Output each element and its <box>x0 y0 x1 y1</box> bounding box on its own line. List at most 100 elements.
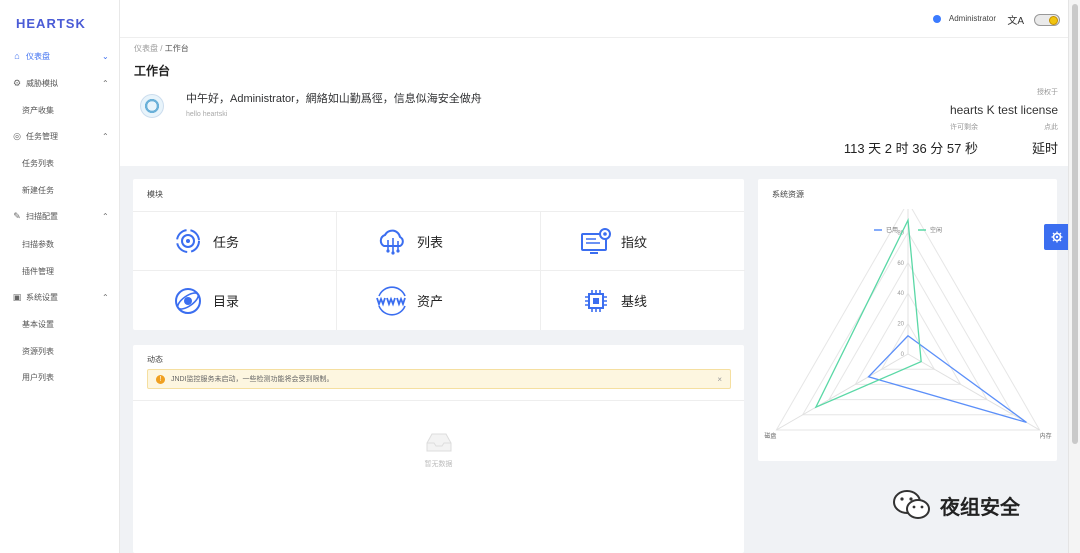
chevron-up-icon: ⌃ <box>102 211 109 221</box>
radar-tick-label: 40 <box>897 291 904 297</box>
language-icon[interactable]: 文A <box>1007 12 1024 27</box>
module-directory[interactable]: 目录 <box>133 271 337 330</box>
user-menu[interactable]: Administrator <box>932 14 996 23</box>
sidebar-item-threat-sim[interactable]: ⚙ 威胁模拟 ⌃ <box>0 73 120 93</box>
system-resources-title: 系统资源 <box>772 190 804 199</box>
globe-icon <box>171 286 205 316</box>
module-label: 基线 <box>621 294 648 309</box>
sidebar-item-label: 仪表盘 <box>26 51 50 61</box>
module-baseline[interactable]: 基线 <box>541 271 745 330</box>
user-name: Administrator <box>948 14 996 23</box>
module-list[interactable]: 列表 <box>337 212 541 271</box>
module-label: 资产 <box>417 294 444 309</box>
sidebar-item-label: 系统设置 <box>26 292 58 302</box>
modules-grid: 任务 列表 指纹 目录 资产 基线 <box>133 211 745 330</box>
greeting-text: 中午好，Administrator，網絡如山勤爲徑，信息似海安全做舟 <box>186 93 482 105</box>
radar-tick-label: 60 <box>897 261 904 267</box>
chevron-up-icon: ⌃ <box>102 78 109 88</box>
radar-indicator-label: 磁盘 <box>764 432 776 440</box>
module-task[interactable]: 任务 <box>133 212 337 271</box>
monitor-gear-icon <box>579 226 613 256</box>
radar-chart: 020406080CPU内存磁盘已用空闲 <box>764 209 1052 440</box>
extend-link[interactable]: 延时 <box>1032 138 1058 157</box>
chevron-down-icon: ⌄ <box>102 51 109 61</box>
target-icon <box>171 226 205 256</box>
cloud-network-icon <box>375 226 409 256</box>
sidebar-item-system-settings[interactable]: ▣ 系统设置 ⌃ <box>0 287 120 307</box>
modules-card: 模块 任务 列表 指纹 目录 资产 基线 <box>133 179 745 330</box>
modules-title: 模块 <box>147 190 163 199</box>
license-caption: 授权于 <box>1037 89 1058 96</box>
sidebar-subitem-plugin-mgmt[interactable]: 插件管理 <box>22 266 54 277</box>
target-icon: ◎ <box>13 130 21 141</box>
sidebar-subitem-asset-collect[interactable]: 资产收集 <box>22 105 54 116</box>
top-bar: Administrator 文A <box>120 0 1068 38</box>
license-remaining-value: 113 天 2 时 36 分 57 秒 <box>843 141 978 156</box>
breadcrumb-item-dashboard[interactable]: 仪表盘 <box>134 44 158 53</box>
chevron-up-icon: ⌃ <box>102 292 109 302</box>
hello-subtext: hello heartski <box>186 111 228 118</box>
radar-spoke <box>776 353 909 431</box>
breadcrumb-item-workbench: 工作台 <box>164 44 189 53</box>
page-title: 工作台 <box>134 64 171 78</box>
module-assets[interactable]: 资产 <box>337 271 541 330</box>
watermark-label: 夜组安全 <box>940 496 1020 519</box>
home-icon: ⌂ <box>14 51 20 61</box>
user-avatar-icon <box>932 14 941 23</box>
sun-icon <box>1049 16 1058 25</box>
legend-label: 已用 <box>886 227 898 234</box>
theme-toggle[interactable] <box>1034 14 1060 26</box>
page-header: 仪表盘 / 工作台 工作台 中午好，Administrator，網絡如山勤爲徑，… <box>120 38 1068 166</box>
watermark: 夜组安全 <box>892 488 1020 522</box>
license-name: hearts K test license <box>949 103 1058 117</box>
module-label: 列表 <box>417 234 444 250</box>
warning-icon: ! <box>156 374 165 384</box>
module-label: 目录 <box>213 294 240 309</box>
sidebar-item-dashboard[interactable]: ⌂ 仪表盘 ⌄ <box>0 46 120 66</box>
sidebar-subitem-basic-settings[interactable]: 基本设置 <box>22 319 54 330</box>
module-fingerprint[interactable]: 指纹 <box>541 212 745 271</box>
www-icon <box>375 285 409 316</box>
scrollbar-thumb[interactable] <box>1072 4 1078 444</box>
alert-text: JNDI监控服务未启动，一些检测功能将会受到限制。 <box>171 376 334 383</box>
radar-tick-label: 0 <box>901 352 905 358</box>
extend-caption: 点此 <box>1044 124 1058 131</box>
sidebar-item-scan-config[interactable]: ✎ 扫描配置 ⌃ <box>0 206 120 226</box>
sidebar-subitem-task-list[interactable]: 任务列表 <box>22 158 54 169</box>
panel-icon: ▣ <box>12 291 22 302</box>
wechat-logo <box>893 490 930 519</box>
sidebar-item-label: 扫描配置 <box>26 211 58 221</box>
radar-series-used <box>867 334 1027 424</box>
dynamic-card: 动态 ! JNDI监控服务未启动，一些检测功能将会受到限制。 × 暂无数据 <box>133 345 744 553</box>
module-label: 指纹 <box>621 234 648 250</box>
close-icon[interactable]: × <box>717 375 722 384</box>
legend-label: 空闲 <box>930 226 942 234</box>
sidebar: HEARTSK ⌂ 仪表盘 ⌄ ⚙ 威胁模拟 ⌃ 资产收集 ◎ 任务管理 ⌃ 任… <box>0 0 120 553</box>
module-label: 任务 <box>213 234 240 250</box>
sidebar-item-label: 威胁模拟 <box>26 78 58 88</box>
empty-inbox-icon <box>426 433 452 452</box>
app-logo[interactable]: HEARTSK <box>16 16 86 31</box>
system-resources-card: 系统资源 020406080CPU内存磁盘已用空闲 <box>758 179 1057 461</box>
gear-icon: ⚙ <box>12 77 22 88</box>
empty-text: 暂无数据 <box>424 461 453 468</box>
chevron-up-icon: ⌃ <box>102 131 109 141</box>
sidebar-subitem-scan-params[interactable]: 扫描参数 <box>22 239 54 250</box>
radar-tick-label: 20 <box>897 322 904 328</box>
sidebar-item-label: 任务管理 <box>26 131 58 141</box>
radar-series-free <box>814 217 922 409</box>
settings-button[interactable] <box>1044 224 1070 250</box>
edit-icon: ✎ <box>13 210 21 221</box>
scrollbar[interactable] <box>1068 0 1080 553</box>
chip-icon <box>579 286 613 316</box>
avatar <box>140 94 164 118</box>
license-remaining-caption: 许可剩余 <box>950 124 978 131</box>
sidebar-subitem-user-list[interactable]: 用户列表 <box>22 372 54 383</box>
sidebar-subitem-new-task[interactable]: 新建任务 <box>22 185 54 196</box>
breadcrumb-separator: / <box>160 44 163 53</box>
sidebar-subitem-resource-list[interactable]: 资源列表 <box>22 346 54 357</box>
sidebar-item-task-mgmt[interactable]: ◎ 任务管理 ⌃ <box>0 126 120 146</box>
warning-alert: ! JNDI监控服务未启动，一些检测功能将会受到限制。 × <box>147 369 731 389</box>
radar-spoke <box>907 353 1040 431</box>
dynamic-title: 动态 <box>147 355 163 364</box>
